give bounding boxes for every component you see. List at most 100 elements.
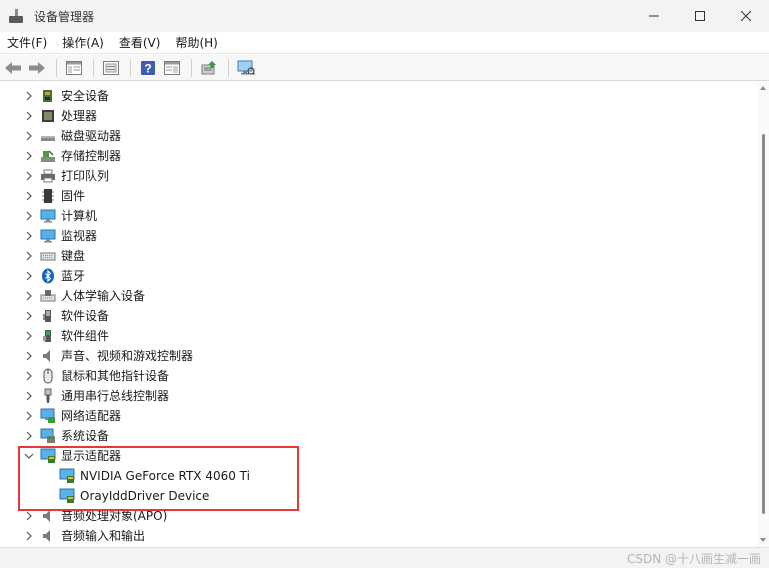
toolbar-separator: [228, 58, 229, 77]
tree-label: 声音、视频和游戏控制器: [61, 349, 194, 363]
monitor-icon: [40, 229, 56, 243]
title-bar: 设备管理器: [0, 0, 769, 32]
tree-label: 处理器: [61, 109, 98, 123]
speaker-icon: [43, 530, 50, 542]
hid-icon: [40, 290, 56, 302]
printer-icon: [41, 169, 55, 183]
chevron-down-icon[interactable]: [23, 450, 35, 462]
software-component-icon: [43, 330, 51, 342]
window-title: 设备管理器: [34, 9, 95, 24]
scan-hardware-button[interactable]: [235, 57, 257, 79]
software-device-icon: [43, 310, 51, 322]
tree-label: 磁盘驱动器: [61, 129, 122, 143]
speaker-icon: [43, 350, 50, 362]
tree-label: 系统设备: [61, 429, 110, 443]
tree-label: 蓝牙: [61, 269, 86, 283]
toolbar: ?: [0, 55, 769, 81]
help-button[interactable]: ?: [137, 57, 159, 79]
watermark: CSDN @十八画生减一画: [626, 552, 761, 566]
maximize-button[interactable]: [677, 0, 723, 32]
chevron-right-icon[interactable]: [23, 430, 35, 442]
chevron-right-icon[interactable]: [23, 410, 35, 422]
chevron-right-icon[interactable]: [23, 150, 35, 162]
tree-label: OrayIddDriver Device: [80, 489, 210, 503]
chevron-right-icon[interactable]: [23, 190, 35, 202]
monitor-scan-icon: [237, 60, 255, 75]
keyboard-icon: [40, 252, 56, 261]
scroll-up-arrow-icon[interactable]: [760, 86, 766, 90]
forward-button[interactable]: [26, 57, 48, 79]
chevron-right-icon[interactable]: [23, 90, 35, 102]
console-button[interactable]: [161, 57, 183, 79]
close-button[interactable]: [723, 0, 769, 32]
chevron-right-icon[interactable]: [23, 290, 35, 302]
chevron-right-icon[interactable]: [23, 310, 35, 322]
display-adapter-icon: [59, 468, 75, 483]
chevron-right-icon[interactable]: [23, 230, 35, 242]
device-list-icon: [103, 60, 119, 75]
firmware-icon: [42, 189, 54, 203]
chevron-right-icon[interactable]: [23, 170, 35, 182]
menu-file[interactable]: 文件(F): [0, 32, 55, 54]
tree-label: 显示适配器: [61, 449, 122, 463]
tree-label: 网络适配器: [61, 409, 122, 423]
toolbar-separator: [130, 58, 131, 77]
minimize-button[interactable]: [631, 0, 677, 32]
chevron-right-icon[interactable]: [23, 110, 35, 122]
chevron-right-icon[interactable]: [23, 510, 35, 522]
forward-arrow-icon: [29, 61, 45, 74]
chevron-right-icon[interactable]: [23, 370, 35, 382]
tree-label: 计算机: [61, 209, 98, 223]
update-driver-button[interactable]: [198, 57, 220, 79]
tree-label: 固件: [61, 189, 86, 203]
vertical-scrollbar[interactable]: [757, 82, 769, 547]
speaker-icon: [43, 510, 50, 522]
tree-label: 鼠标和其他指针设备: [61, 369, 170, 383]
tree-label: 存储控制器: [61, 149, 122, 163]
tree-label: 软件设备: [61, 309, 110, 323]
close-icon: [741, 11, 751, 21]
tree-label: 人体学输入设备: [61, 289, 146, 303]
disk-drive-icon: [41, 136, 55, 141]
chevron-right-icon[interactable]: [23, 210, 35, 222]
tree-label: 打印队列: [61, 169, 110, 183]
processor-icon: [42, 110, 54, 122]
tree-label: 键盘: [61, 249, 86, 263]
chevron-right-icon[interactable]: [23, 250, 35, 262]
back-button[interactable]: [2, 57, 24, 79]
chevron-right-icon[interactable]: [23, 390, 35, 402]
device-list-button[interactable]: [100, 57, 122, 79]
chevron-right-icon[interactable]: [23, 350, 35, 362]
svg-text:?: ?: [144, 61, 151, 75]
chevron-right-icon[interactable]: [23, 530, 35, 542]
menu-bar: 文件(F) 操作(A) 查看(V) 帮助(H): [0, 32, 769, 54]
tree-label: 音频处理对象(APO): [61, 509, 168, 523]
tree-label: 通用串行总线控制器: [61, 389, 170, 403]
display-adapter-icon: [40, 448, 56, 463]
update-driver-icon: [201, 60, 216, 74]
tree-label: NVIDIA GeForce RTX 4060 Ti: [80, 469, 250, 483]
mouse-icon: [43, 368, 53, 384]
properties-pane-icon: [66, 60, 82, 75]
tree-label: 安全设备: [61, 89, 110, 103]
chevron-right-icon[interactable]: [23, 270, 35, 282]
scroll-down-arrow-icon[interactable]: [760, 538, 766, 542]
console-icon: [164, 60, 180, 75]
computer-icon: [40, 209, 56, 223]
tree-label: 音频输入和输出: [61, 529, 146, 543]
maximize-icon: [695, 11, 705, 21]
device-manager-app-icon: [8, 8, 24, 24]
status-bar: CSDN @十八画生减一画: [0, 547, 769, 568]
display-adapter-icon: [59, 488, 75, 503]
system-device-icon: [40, 428, 55, 443]
chevron-right-icon[interactable]: [23, 330, 35, 342]
chevron-right-icon[interactable]: [23, 130, 35, 142]
menu-view[interactable]: 查看(V): [112, 32, 169, 54]
menu-action[interactable]: 操作(A): [55, 32, 112, 54]
properties-pane-button[interactable]: [63, 57, 85, 79]
menu-help[interactable]: 帮助(H): [168, 32, 225, 54]
scroll-thumb[interactable]: [762, 134, 765, 514]
network-adapter-icon: [40, 408, 55, 423]
tree-label: 软件组件: [61, 329, 110, 343]
bluetooth-icon: [42, 268, 54, 284]
